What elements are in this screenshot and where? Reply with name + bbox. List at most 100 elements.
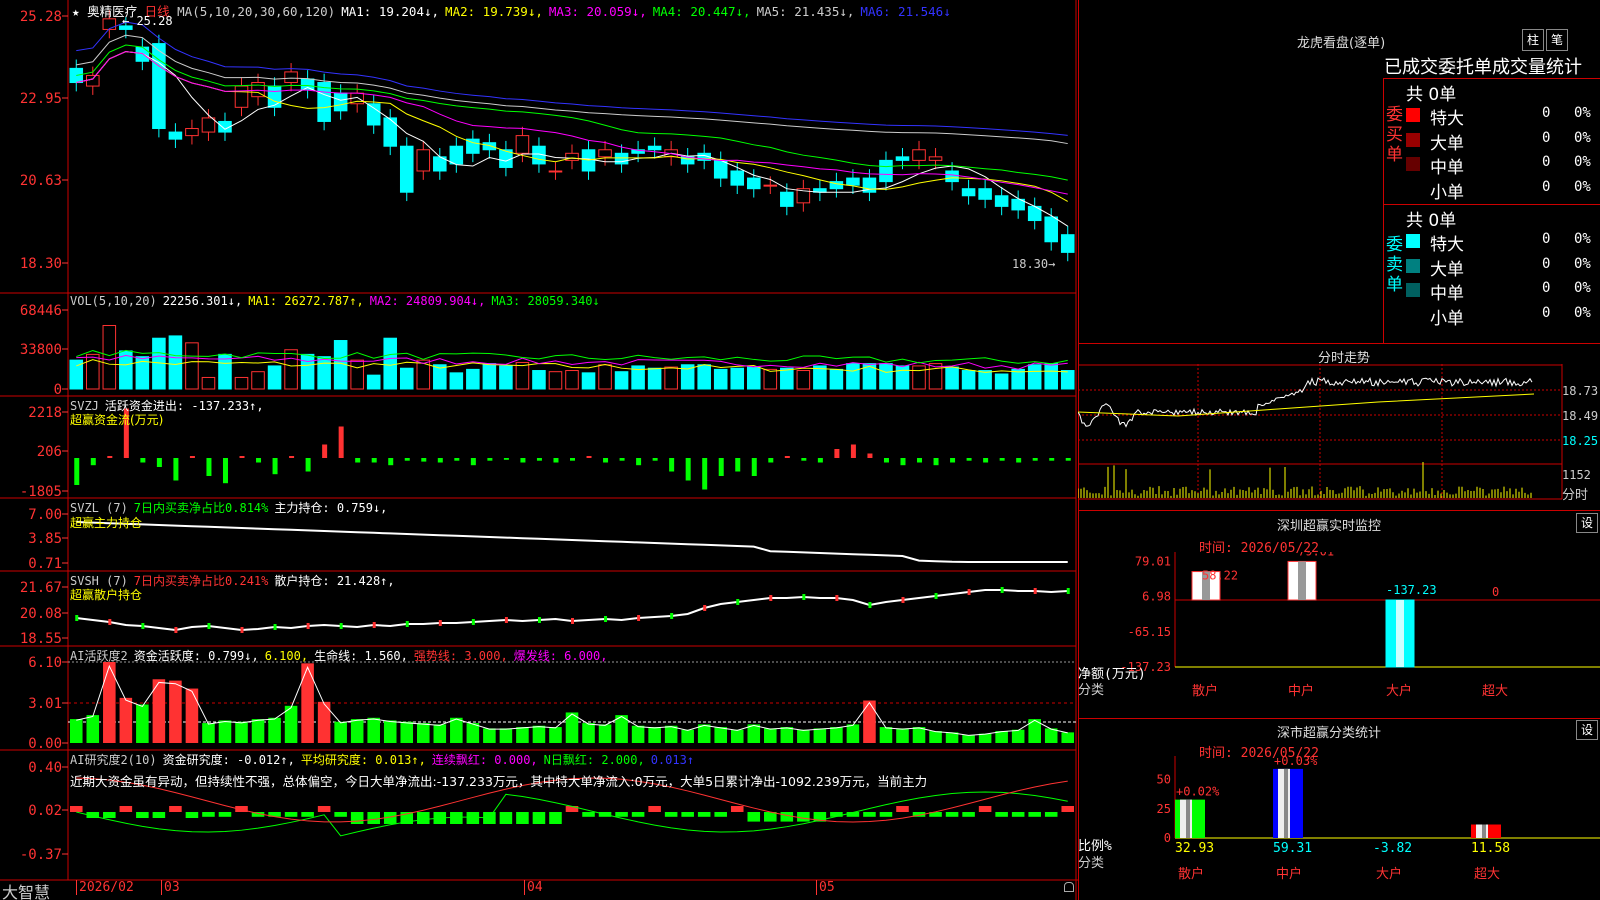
order-row: 中单 0 0% [1406, 279, 1600, 304]
volume-bar [185, 342, 199, 390]
tick-mode-button[interactable]: 笔 [1546, 29, 1568, 51]
order-count: 0 [1542, 231, 1551, 247]
volume-bar [251, 371, 265, 390]
research-bar [863, 812, 876, 817]
intraday-price-label: 18.49 [1562, 409, 1599, 423]
fund-flow-bar [817, 458, 823, 463]
date-tick: 05 [816, 880, 835, 895]
intraday-chart[interactable] [1078, 364, 1600, 510]
candle-body [135, 46, 150, 62]
category-label: 中户 [1288, 683, 1314, 699]
fund-flow-bar [107, 456, 113, 458]
volume-bar [664, 366, 678, 390]
bar-value-label: -137.23 [1386, 583, 1437, 597]
retail-tick [901, 597, 905, 603]
retail-tick [1066, 588, 1070, 594]
fund-flow-bar [404, 458, 410, 461]
sz-class-settings-button[interactable]: 设 [1576, 720, 1598, 740]
fund-flow-bar [867, 453, 873, 458]
ma-value-item: MA4: 20.447↓, [652, 4, 751, 19]
bar-shine [1186, 799, 1190, 838]
activity-bar [416, 723, 430, 743]
candle-body [928, 156, 943, 161]
candle-body [102, 18, 117, 30]
x-axis-label: 分类 [1078, 856, 1104, 871]
order-row: 大单 0 0% [1406, 129, 1600, 154]
candle-body [366, 103, 381, 126]
activity-bar [648, 727, 661, 743]
activity-bar [681, 729, 694, 743]
fund-flow-bar [801, 458, 807, 461]
order-pct: 0% [1574, 105, 1591, 121]
volume-bar [763, 368, 778, 390]
favorite-star-icon[interactable]: ★ [72, 4, 80, 19]
volume-bar [284, 349, 298, 390]
candle-body [598, 149, 612, 158]
fund-flow-bar [636, 458, 642, 466]
activity-bar [317, 701, 331, 743]
candle-body [614, 152, 629, 165]
color-swatch [1406, 283, 1420, 297]
order-pct: 0% [1574, 129, 1591, 146]
fund-flow-bar [966, 458, 972, 461]
volume-bar [846, 363, 860, 390]
ma-value-item: MA5: 21.435↓, [756, 4, 855, 19]
ratio-value-label: -3.82 [1373, 841, 1412, 856]
lock-icon[interactable] [1064, 882, 1074, 892]
intraday-price-label: 18.25 [1562, 434, 1599, 448]
sz-monitor-settings-button[interactable]: 设 [1576, 513, 1598, 533]
candle-body [333, 92, 348, 112]
ma-value-item: MA3: 20.059↓, [548, 4, 647, 19]
order-count: 0 [1542, 178, 1551, 195]
order-count: 0 [1542, 255, 1551, 272]
ai-research-value-item: 0.013↑ [650, 753, 695, 767]
sz-monitor-title: 深圳超赢实时监控 [1277, 519, 1382, 534]
candle-body [846, 177, 860, 186]
candle-body [168, 131, 183, 140]
research-bar [103, 812, 116, 818]
retail-tick [637, 615, 641, 621]
research-bar [136, 812, 149, 818]
candle-body [713, 159, 728, 179]
research-bar [747, 812, 761, 822]
ai-research-value-item: 连续飘红: 0.000, [431, 753, 538, 767]
ma-value-item: MA2: 19.739↓, [445, 4, 543, 19]
ai-active-value-item: 强势线: 3.000, [413, 649, 508, 663]
research-bar [334, 812, 347, 817]
fund-flow-bar [603, 458, 609, 463]
fund-flow-bar [1032, 458, 1038, 461]
ai-active-value-item: 生命线: 1.560, [314, 649, 408, 663]
vol-header: VOL(5,10,20) 22256.301↓, MA1: 26272.787↑, M… [70, 294, 606, 308]
activity-bar [846, 724, 860, 743]
bar-shine [1298, 561, 1306, 600]
volume-bar [350, 359, 364, 390]
fund-flow-bar [570, 458, 575, 461]
ai-research-value-item: 资金研究度: -0.012↑, [162, 753, 295, 767]
activity-bar [433, 724, 447, 743]
fund-flow-bar [619, 458, 625, 461]
fund-flow-bar [784, 456, 790, 458]
candle-body [201, 117, 216, 133]
activity-bar [119, 697, 133, 743]
bar-value-label: 79.01 [1298, 552, 1334, 558]
research-bar [152, 812, 166, 818]
bar-mode-button[interactable]: 柱 [1522, 29, 1544, 51]
fund-flow-bar [735, 458, 741, 472]
ma-indicator-line: MA(5,10,20,30,60,120) MA1: 19.204↓, MA2: 1… [177, 4, 957, 19]
fund-flow-bar [305, 458, 311, 472]
activity-bar [218, 720, 232, 743]
volume-bar [746, 366, 761, 390]
vol-value-item: MA1: 26272.787↑, [248, 294, 364, 308]
activity-bar [350, 719, 364, 743]
fund-flow-bar [322, 444, 328, 458]
retail-tick [670, 613, 674, 619]
volume-bar [515, 361, 530, 390]
activity-bar [879, 727, 893, 743]
volume-bar [317, 356, 331, 390]
color-swatch [1406, 181, 1420, 196]
fund-flow-bar [355, 458, 361, 463]
fund-flow-bar [487, 458, 493, 461]
volume-bar [813, 365, 827, 390]
color-swatch [1406, 157, 1420, 171]
ai-research-header: AI研究度2(10) 资金研究度: -0.012↑, 平均研究度: 0.013↑, 连… [70, 751, 700, 768]
